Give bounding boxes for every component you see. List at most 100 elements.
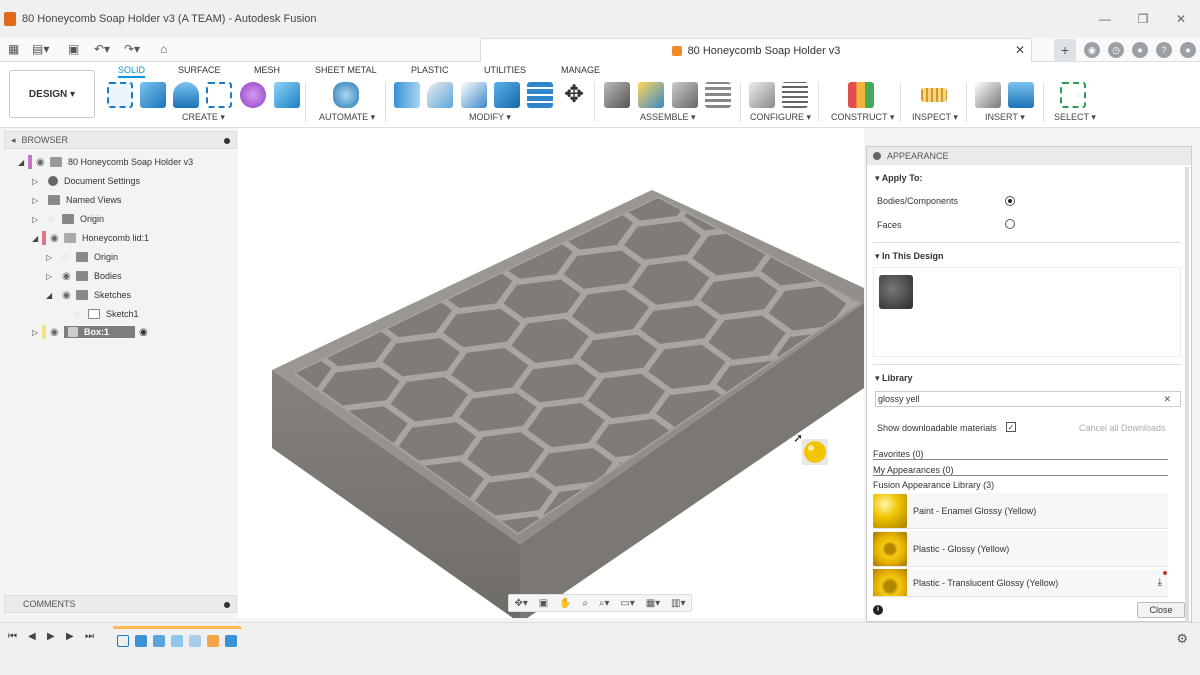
material-row[interactable]: Paint - Enamel Glossy (Yellow) (873, 493, 1168, 529)
expand-triangle-icon[interactable]: ◢ (32, 234, 42, 243)
browser-pin-icon[interactable] (224, 138, 230, 144)
joint-icon[interactable] (638, 82, 664, 108)
tab-plastic[interactable]: PLASTIC (411, 65, 449, 75)
apply-to-section[interactable]: ▾ Apply To: (875, 173, 923, 184)
new-tab-icon[interactable]: + (1054, 39, 1076, 61)
file-menu-icon[interactable]: ▤▾ (32, 42, 49, 56)
tree-row-box[interactable]: ▷ ◉ Box:1 ◉ (32, 324, 148, 340)
orbit-icon[interactable]: ✥▾ (514, 598, 527, 609)
expand-triangle-icon[interactable]: ▷ (32, 215, 42, 224)
tree-row-bodies[interactable]: ▷ ◉ Bodies (46, 268, 122, 284)
my-appearances-folder[interactable]: My Appearances (0) (873, 465, 1168, 476)
new-component-icon[interactable] (604, 82, 630, 108)
press-pull-icon[interactable] (394, 82, 420, 108)
dragged-material-preview[interactable] (802, 439, 828, 465)
select-icon[interactable] (1060, 82, 1086, 108)
tree-row-origin-2[interactable]: ▷ ◌ Origin (46, 249, 118, 265)
viewports-icon[interactable]: ▥▾ (671, 598, 685, 609)
notifications-icon[interactable]: ● (1132, 42, 1148, 58)
create-sketch-icon[interactable] (107, 82, 133, 108)
activate-radio-icon[interactable]: ◉ (139, 327, 148, 338)
in-this-design-section[interactable]: ▾ In This Design (875, 251, 944, 262)
form-icon[interactable] (240, 82, 266, 108)
visibility-eye-icon[interactable]: ◉ (62, 271, 76, 282)
tab-mesh[interactable]: MESH (254, 65, 280, 75)
expand-triangle-icon[interactable]: ▷ (32, 328, 42, 337)
timeline-component-feature[interactable] (207, 635, 219, 647)
help-icon[interactable]: ? (1156, 42, 1172, 58)
tree-row-sketches[interactable]: ◢ ◉ Sketches (46, 287, 131, 303)
chamfer-icon[interactable] (461, 82, 487, 108)
zoom-icon[interactable]: ⌕ (582, 598, 588, 609)
tab-surface[interactable]: SURFACE (178, 65, 221, 75)
favorites-folder[interactable]: Favorites (0) (873, 449, 1168, 460)
step-forward-icon[interactable]: ▶ (66, 631, 74, 642)
group-assemble[interactable]: ASSEMBLE ▾ (640, 112, 696, 123)
timeline-track[interactable] (113, 626, 241, 650)
collapse-icon[interactable]: ◂ (11, 135, 16, 146)
save-icon[interactable]: ▣ (68, 42, 79, 56)
insert-canvas-icon[interactable] (1008, 82, 1034, 108)
tree-row-origin[interactable]: ▷ ◌ Origin (32, 211, 104, 227)
material-row[interactable]: Plastic - Glossy (Yellow) (873, 531, 1168, 567)
group-create[interactable]: CREATE ▾ (182, 112, 225, 123)
library-section[interactable]: ▾ Library (875, 373, 913, 384)
expand-triangle-icon[interactable]: ▷ (46, 272, 56, 281)
show-downloadable-checkbox[interactable]: ✓ (1006, 422, 1016, 432)
expand-triangle-icon[interactable]: ◢ (18, 158, 28, 167)
hidden-eye-icon[interactable]: ◌ (74, 309, 88, 320)
visibility-eye-icon[interactable]: ◉ (50, 327, 64, 338)
expand-triangle-icon[interactable]: ▷ (32, 196, 42, 205)
workspace-switcher[interactable]: DESIGN ▾ (9, 70, 95, 118)
expand-triangle-icon[interactable]: ▷ (46, 253, 56, 262)
timeline-sketch-feature[interactable] (117, 635, 129, 647)
insert-derive-icon[interactable] (975, 82, 1001, 108)
redo-icon[interactable]: ↷▾ (124, 42, 140, 56)
go-to-end-icon[interactable]: ⏭ (85, 631, 94, 642)
group-insert[interactable]: INSERT ▾ (985, 112, 1025, 123)
move-icon[interactable]: ✥ (561, 82, 587, 108)
expand-triangle-icon[interactable]: ◢ (46, 291, 56, 300)
undo-icon[interactable]: ↶▾ (94, 42, 110, 56)
measure-icon[interactable] (921, 88, 947, 102)
visibility-eye-icon[interactable]: ◉ (36, 157, 50, 168)
sweep-icon[interactable] (206, 82, 232, 108)
job-status-icon[interactable]: ◷ (1108, 42, 1124, 58)
extensions-icon[interactable]: ◉ (1084, 42, 1100, 58)
fillet-icon[interactable] (427, 82, 453, 108)
as-built-joint-icon[interactable] (672, 82, 698, 108)
download-icon[interactable]: ⤓ (1158, 577, 1162, 588)
canvas-viewport[interactable] (238, 128, 864, 618)
tree-row-honeycomb-lid[interactable]: ◢ ◉ Honeycomb lid:1 (32, 230, 149, 246)
hidden-eye-icon[interactable]: ◌ (48, 214, 62, 225)
close-button[interactable]: Close (1137, 602, 1185, 618)
tab-manage[interactable]: MANAGE (561, 65, 600, 75)
timeline-fillet-feature[interactable] (189, 635, 201, 647)
box-icon[interactable] (274, 82, 300, 108)
hidden-eye-icon[interactable]: ◌ (62, 252, 76, 263)
fusion-library-folder[interactable]: Fusion Appearance Library (3) (873, 480, 1168, 490)
shell-icon[interactable] (527, 82, 553, 108)
bodies-components-radio[interactable] (1005, 196, 1015, 206)
clear-search-icon[interactable]: ✕ (1163, 394, 1171, 405)
combine-icon[interactable] (494, 82, 520, 108)
tab-solid[interactable]: SOLID (118, 65, 146, 78)
group-construct[interactable]: CONSTRUCT ▾ (831, 112, 894, 123)
step-back-icon[interactable]: ◀ (28, 631, 36, 642)
display-settings-icon[interactable]: ▭▾ (620, 598, 634, 609)
data-panel-icon[interactable]: ▦ (8, 42, 19, 56)
group-inspect[interactable]: INSPECT ▾ (912, 112, 958, 123)
tree-row-named-views[interactable]: ▷ Named Views (32, 192, 121, 208)
faces-radio[interactable] (1005, 219, 1015, 229)
revolve-icon[interactable] (173, 82, 199, 108)
user-avatar-icon[interactable]: ● (1180, 42, 1196, 58)
expand-triangle-icon[interactable]: ▷ (32, 177, 42, 186)
browser-header[interactable]: ◂ BROWSER (4, 131, 237, 149)
construct-plane-icon[interactable] (848, 82, 874, 108)
group-configure[interactable]: CONFIGURE ▾ (750, 112, 811, 123)
document-tab[interactable]: 80 Honeycomb Soap Holder v3 ✕ (480, 38, 1032, 62)
timeline-box-feature[interactable] (225, 635, 237, 647)
material-row[interactable]: Plastic - Translucent Glossy (Yellow) ⤓ (873, 569, 1168, 597)
panel-scrollbar[interactable] (1185, 167, 1189, 627)
maximize-button[interactable]: ❐ (1124, 0, 1162, 38)
